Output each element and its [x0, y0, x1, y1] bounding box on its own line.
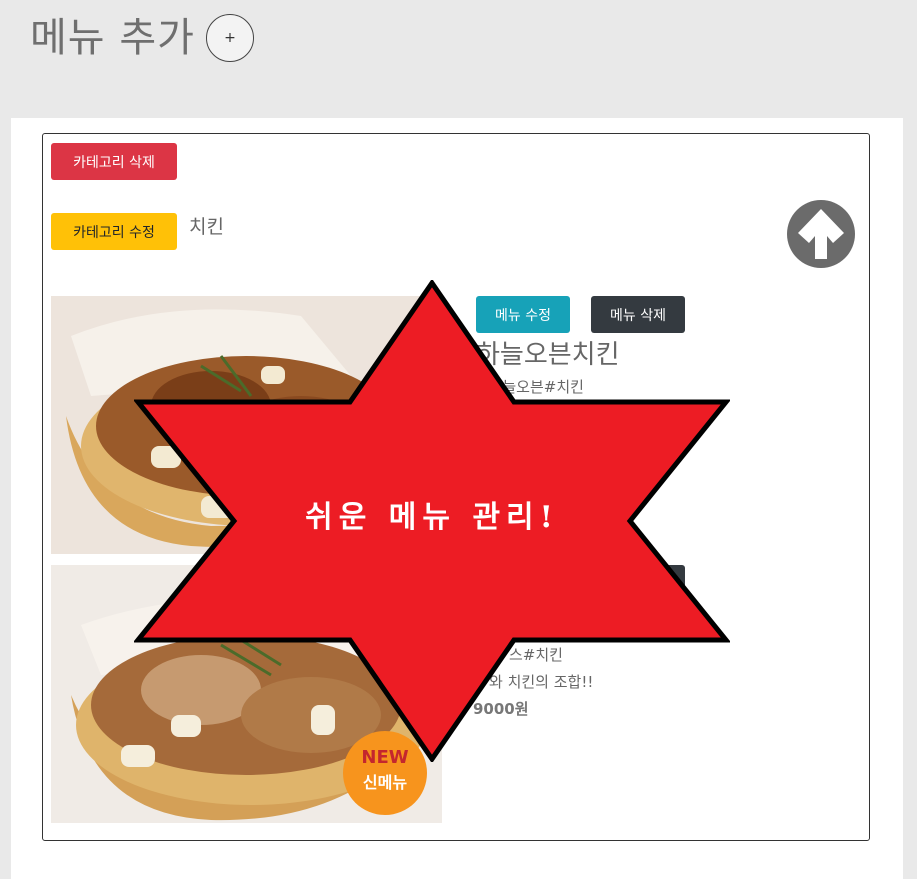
overlay-caption: 쉬운 메뉴 관리! — [305, 500, 559, 535]
add-menu-button[interactable]: + — [206, 14, 254, 62]
page-header: 메뉴 추가 + — [0, 0, 917, 118]
page-title: 메뉴 추가 — [30, 15, 195, 61]
badge-label-text: 신메뉴 — [363, 773, 407, 792]
delete-category-button[interactable]: 카테고리 삭제 — [51, 143, 177, 180]
category-name: 치킨 — [189, 216, 224, 238]
edit-category-button[interactable]: 카테고리 수정 — [51, 213, 177, 250]
arrow-up-circle-icon[interactable] — [786, 199, 856, 269]
